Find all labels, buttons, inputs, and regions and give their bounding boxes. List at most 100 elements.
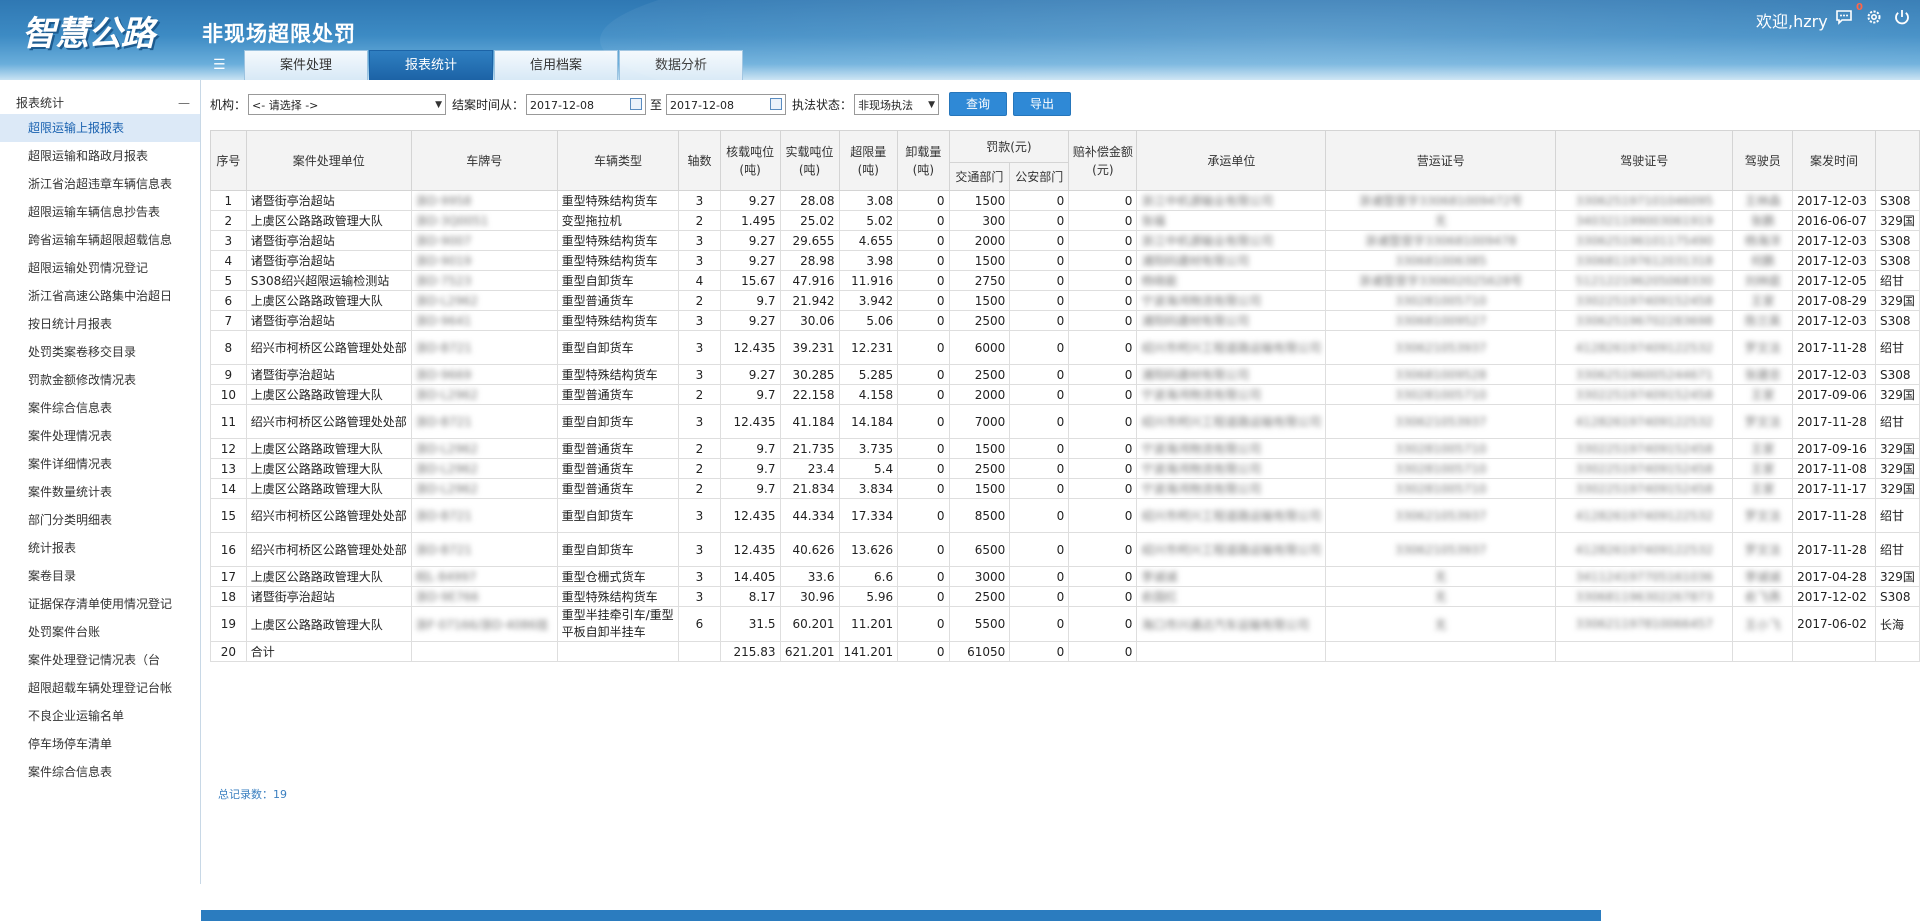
date-from-input[interactable]: 2017-12-08: [526, 93, 647, 115]
sidebar-item[interactable]: 超限运输和路政月报表: [0, 142, 200, 170]
sidebar-item[interactable]: 案件综合信息表: [0, 394, 200, 422]
table-cell-unload: 0: [897, 384, 950, 405]
cell-text: 0: [1124, 508, 1133, 523]
status-label: 执法状态：: [792, 97, 853, 112]
table-cell-rated: 15.67: [719, 270, 781, 291]
sidebar-item[interactable]: 处罚案件台账: [0, 618, 200, 646]
cell-text: 王家: [1750, 442, 1775, 456]
cell-text: 2017-09-16: [1797, 441, 1867, 456]
cell-text: 621.201: [784, 644, 835, 659]
tab-data-analysis[interactable]: 数据分析: [619, 50, 743, 80]
cell-text: 浙F·07166/浙D·4086挂: [415, 617, 549, 632]
table-cell-driver: 罗文法: [1732, 330, 1794, 365]
table-cell-unit: S308绍兴超限运输检测站: [245, 270, 412, 291]
sidebar-item[interactable]: 案件处理登记情况表（台: [0, 646, 200, 674]
table-cell-vtype: 重型特殊结构货车: [556, 190, 680, 211]
status-select[interactable]: 非现场执法 ▼: [854, 93, 940, 115]
sidebar-item[interactable]: 浙江省治超违章车辆信息表: [0, 170, 200, 198]
table-cell-license: 无: [1325, 210, 1557, 231]
table-cell-over: 3.08: [838, 190, 899, 211]
query-button[interactable]: 查询: [949, 92, 1008, 116]
cell-text: 浙江中机源输业有限公司: [1141, 194, 1274, 208]
sidebar-item[interactable]: 证据保存清单使用情况登记: [0, 590, 200, 618]
sidebar-item[interactable]: 案件处理情况表: [0, 422, 200, 450]
table-cell-axles: [678, 641, 721, 662]
table-cell-driver-license: 330625196702283698: [1555, 310, 1734, 331]
cell-text: 长海: [1880, 617, 1905, 632]
table-cell-comp: 0: [1068, 641, 1138, 662]
table-cell-license: [1325, 641, 1557, 662]
cell-text: 1: [224, 193, 233, 208]
calendar-icon[interactable]: [770, 97, 783, 110]
cell-text: 浦阳码建材有限公司: [1141, 314, 1250, 328]
export-button[interactable]: 导出: [1013, 92, 1072, 116]
table-cell-license: 330621053937: [1325, 330, 1557, 365]
sidebar-item[interactable]: 案件综合信息表: [0, 758, 200, 786]
table-cell-axles: 3: [678, 310, 721, 331]
message-icon[interactable]: [1834, 8, 1854, 28]
table-cell-carrier: 宁波海鸿物流有限公司: [1136, 384, 1327, 405]
bottom-scroll-bar[interactable]: [201, 910, 1601, 921]
sidebar-item[interactable]: 部门分类明细表: [0, 506, 200, 534]
sidebar-item[interactable]: 超限运输处罚情况登记: [0, 254, 200, 282]
cell-text: 330681197612031318: [1575, 253, 1713, 268]
cell-text: 0: [1124, 481, 1133, 496]
table-cell-axles: 3: [678, 586, 721, 607]
sidebar-item[interactable]: 案卷目录: [0, 562, 200, 590]
calendar-icon[interactable]: [630, 97, 643, 110]
sidebar-item[interactable]: 案件数量统计表: [0, 478, 200, 506]
cell-text: 2017-11-17: [1797, 481, 1867, 496]
sidebar-item[interactable]: 不良企业运输名单: [0, 702, 200, 730]
org-select[interactable]: <- 请选择 -> ▼: [248, 93, 447, 115]
sidebar-collapse-icon[interactable]: —: [178, 92, 190, 114]
table-cell-fine-police: 0: [1009, 566, 1070, 587]
table-cell-driver-license: 330225197409152458: [1555, 438, 1734, 459]
table-cell-driver: 王家: [1732, 458, 1794, 479]
sidebar-item[interactable]: 跨省运输车辆超限超载信息: [0, 226, 200, 254]
tab-report-statistics[interactable]: 报表统计: [369, 50, 493, 80]
table-cell-time: 2017-11-08: [1792, 458, 1876, 479]
sidebar-item[interactable]: 浙江省高速公路集中治超日: [0, 282, 200, 310]
settings-icon[interactable]: [1864, 8, 1884, 28]
cell-text: 11.201: [851, 617, 894, 631]
table-cell-fine-police: 0: [1009, 458, 1070, 479]
cell-text: 330281005710: [1394, 481, 1487, 496]
date-to-input[interactable]: 2017-12-08: [666, 93, 787, 115]
sidebar-item[interactable]: 超限超载车辆处理登记台帐: [0, 674, 200, 702]
cell-text: 王家: [1750, 462, 1775, 476]
cell-text: 9.7: [756, 461, 776, 476]
cell-text: 25.02: [800, 213, 835, 228]
sidebar-item[interactable]: 处罚类案卷移交目录: [0, 338, 200, 366]
table-row: 16 绍兴市柯桥区公路管理处处部 浙D·B721 重型自卸货车 3 12.435 40.62…: [210, 532, 1920, 567]
cell-text: 张鹏: [1750, 214, 1775, 228]
table-cell-over: 11.916: [838, 270, 899, 291]
cell-text: 重型普通货车: [561, 388, 634, 402]
cell-text: 王家: [1750, 388, 1775, 402]
table-cell-driver-license: 341124197705161036: [1555, 566, 1734, 587]
table-cell-actual: 40.626: [779, 532, 840, 567]
table-cell-vtype: [556, 641, 680, 662]
cell-text: 1500: [974, 481, 1006, 496]
cell-text: 329国: [1880, 482, 1915, 496]
sidebar-item[interactable]: 案件详细情况表: [0, 450, 200, 478]
sidebar-item[interactable]: 统计报表: [0, 534, 200, 562]
table-cell-vtype: 重型特殊结构货车: [556, 230, 680, 251]
cell-text: 浙D·9007: [415, 234, 472, 248]
date-from-label: 结案时间从：: [452, 97, 525, 112]
table-cell-over: 5.285: [838, 364, 899, 385]
sidebar-item[interactable]: 罚款金额修改情况表: [0, 366, 200, 394]
table-cell-fine-police: 0: [1009, 438, 1070, 459]
tab-case-handling[interactable]: 案件处理: [244, 50, 368, 80]
table-cell-license: 330621053937: [1325, 404, 1557, 439]
sidebar-item[interactable]: 停车场停车清单: [0, 730, 200, 758]
cell-text: 330225197409152458: [1575, 481, 1713, 496]
power-icon[interactable]: [1892, 8, 1912, 28]
sidebar-item[interactable]: 按日统计月报表: [0, 310, 200, 338]
sidebar-item[interactable]: 超限运输车辆信息抄告表: [0, 198, 200, 226]
sidebar-item[interactable]: 超限运输上报报表: [0, 114, 200, 142]
tab-credit-archive[interactable]: 信用档案: [494, 50, 618, 80]
cell-text: S308绍兴超限运输检测站: [250, 274, 390, 288]
table-row: 19 上虞区公路路政管理大队 浙F·07166/浙D·4086挂 重型半挂牵引车/重型…: [210, 606, 1920, 642]
cell-text: 5.4: [874, 461, 894, 476]
menu-toggle-icon[interactable]: ☰: [213, 58, 226, 72]
